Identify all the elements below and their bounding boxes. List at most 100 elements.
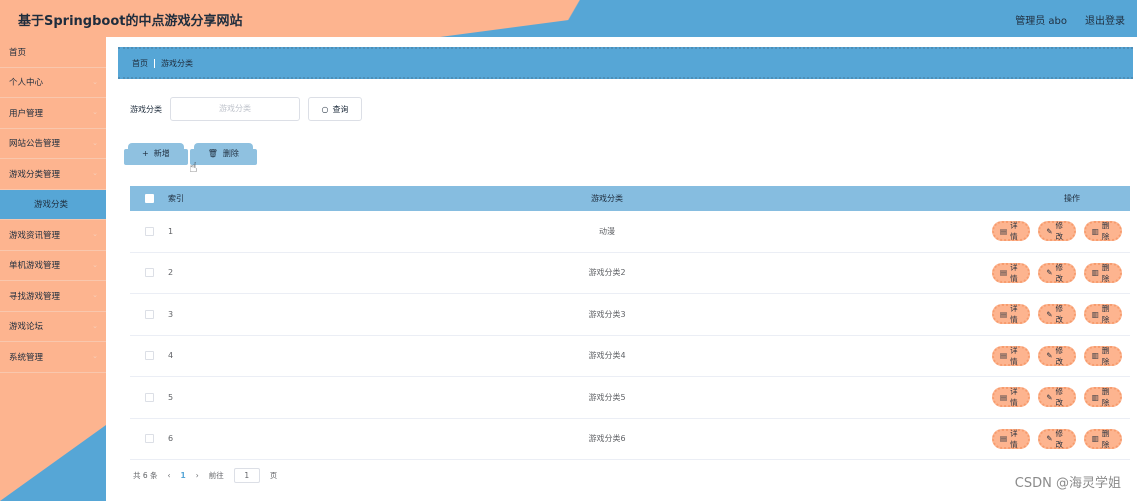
sidebar-item[interactable]: 游戏资讯管理 ⌄ — [0, 220, 106, 251]
delete-button[interactable]: ▥ 删除 — [1083, 262, 1122, 283]
edit-button[interactable]: ✎ 修改 — [1038, 262, 1076, 283]
row-checkbox[interactable] — [144, 351, 154, 361]
table-header: 索引 游戏分类 操作 — [130, 186, 1130, 211]
chevron-down-icon: ⌄ — [92, 260, 98, 269]
table-row: 1 动漫 ▤ 详情 ✎ 修改 ▥ 删除 — [130, 211, 1130, 253]
select-all-checkbox[interactable] — [144, 194, 154, 203]
sidebar-item[interactable]: 寻找游戏管理 ⌄ — [0, 281, 106, 312]
chevron-down-icon: ⌄ — [92, 108, 98, 116]
sidebar-item[interactable]: 个人中心 ⌄ — [0, 68, 106, 98]
sidebar-item[interactable]: 系统管理 ⌄ — [0, 342, 106, 373]
search-row: 游戏分类 游戏分类 ○ 查询 — [130, 97, 362, 121]
row-checkbox[interactable] — [144, 268, 154, 278]
edit-button[interactable]: ✎ 修改 — [1038, 428, 1076, 449]
sidebar-item[interactable]: 用户管理 ⌄ — [0, 98, 106, 129]
row-index: 1 — [168, 226, 174, 236]
sidebar-item-label: 用户管理 — [9, 108, 44, 119]
total-count: 共 6 条 — [133, 471, 158, 480]
chevron-down-icon: ⌄ — [92, 77, 98, 86]
sidebar-item[interactable]: 游戏分类管理 ⌄ — [0, 159, 106, 190]
delete-button[interactable]: ▥ 删除 — [1083, 221, 1122, 242]
trash-icon: 🗑 — [207, 148, 218, 158]
search-button[interactable]: ○ 查询 — [308, 97, 362, 121]
table-row: 5 游戏分类5 ▤ 详情 ✎ 修改 ▥ 删除 — [130, 377, 1130, 419]
sidebar-item[interactable]: 游戏分类 — [0, 189, 106, 220]
plus-icon: + — [142, 148, 149, 158]
row-index: 6 — [168, 434, 174, 444]
sidebar-item[interactable]: 单机游戏管理 ⌄ — [0, 251, 106, 281]
logout-link[interactable]: 退出登录 — [1085, 12, 1125, 27]
pencil-icon: ✎ — [1046, 434, 1053, 444]
sidebar-item-label: 游戏分类 — [34, 200, 69, 211]
search-label: 游戏分类 — [130, 104, 162, 114]
breadcrumb-current: 游戏分类 — [161, 58, 193, 68]
row-category: 游戏分类3 — [588, 309, 626, 319]
pencil-icon: ✎ — [1046, 309, 1053, 319]
edit-button[interactable]: ✎ 修改 — [1038, 387, 1076, 408]
document-icon: ▤ — [1000, 309, 1008, 319]
delete-button[interactable]: ▥ 删除 — [1083, 428, 1122, 449]
breadcrumb-home[interactable]: 首页 — [132, 58, 148, 69]
sidebar-item[interactable]: 首页 — [0, 37, 106, 68]
document-icon: ▤ — [1000, 392, 1008, 402]
edit-button[interactable]: ✎ 修改 — [1038, 221, 1076, 242]
trash-icon: ▥ — [1091, 268, 1099, 278]
detail-button[interactable]: ▤ 详情 — [992, 304, 1031, 325]
row-category: 游戏分类5 — [588, 392, 626, 402]
detail-button[interactable]: ▤ 详情 — [992, 387, 1031, 408]
sidebar-item-label: 系统管理 — [9, 352, 44, 363]
detail-button[interactable]: ▤ 详情 — [992, 345, 1031, 366]
hand-cursor-icon: ☝ — [189, 160, 198, 176]
row-index: 4 — [168, 351, 174, 361]
trash-icon: ▥ — [1091, 434, 1099, 444]
delete-button[interactable]: ▥ 删除 — [1083, 387, 1122, 408]
detail-button[interactable]: ▤ 详情 — [992, 221, 1031, 242]
user-area: 管理员 abo 退出登录 — [1015, 12, 1125, 27]
chevron-down-icon: ⌄ — [92, 352, 98, 360]
header-category: 游戏分类 — [591, 194, 623, 203]
row-index: 3 — [168, 309, 174, 319]
sidebar-item[interactable]: 游戏论坛 ⌄ — [0, 312, 106, 342]
search-icon: ○ — [321, 104, 329, 114]
goto-input[interactable]: 1 — [233, 468, 260, 483]
search-input[interactable]: 游戏分类 — [170, 97, 300, 121]
chevron-down-icon: ⌄ — [92, 230, 98, 238]
row-checkbox[interactable] — [144, 392, 154, 402]
delete-button[interactable]: ▥ 删除 — [1083, 345, 1122, 366]
add-button[interactable]: + 新增 — [128, 143, 184, 163]
chevron-down-icon: ⌄ — [92, 321, 98, 330]
sidebar-item-label: 游戏分类管理 — [9, 169, 61, 180]
row-checkbox[interactable] — [144, 226, 154, 236]
edit-button[interactable]: ✎ 修改 — [1038, 304, 1076, 325]
row-checkbox[interactable] — [144, 309, 154, 319]
table-row: 2 游戏分类2 ▤ 详情 ✎ 修改 ▥ 删除 — [130, 253, 1130, 294]
prev-page-icon[interactable]: ‹ — [168, 471, 171, 480]
user-label[interactable]: 管理员 abo — [1015, 12, 1067, 27]
delete-button[interactable]: ▥ 删除 — [1083, 304, 1122, 325]
top-bar: 基于Springboot的中点游戏分享网站 管理员 abo 退出登录 — [0, 0, 1137, 37]
sidebar-item-label: 单机游戏管理 — [9, 261, 61, 272]
trash-icon: ▥ — [1091, 351, 1099, 361]
next-page-icon[interactable]: › — [196, 471, 199, 480]
edit-button[interactable]: ✎ 修改 — [1038, 345, 1076, 366]
sidebar-item-label: 网站公告管理 — [9, 139, 61, 150]
row-actions: ▤ 详情 ✎ 修改 ▥ 删除 — [992, 428, 1130, 449]
bulk-delete-button[interactable]: 🗑 删除 — [193, 143, 253, 163]
pagination: 共 6 条 ‹ 1 › 前往 1 页 — [133, 468, 277, 483]
trash-icon: ▥ — [1091, 392, 1099, 402]
row-category: 游戏分类2 — [588, 268, 626, 278]
detail-button[interactable]: ▤ 详情 — [992, 428, 1031, 449]
sidebar-item[interactable]: 网站公告管理 ⌄ — [0, 129, 106, 159]
row-category: 游戏分类4 — [588, 351, 626, 361]
pencil-icon: ✎ — [1046, 268, 1053, 278]
watermark: CSDN @海灵学姐 — [1014, 476, 1121, 491]
category-table: 索引 游戏分类 操作 1 动漫 ▤ 详情 ✎ 修改 ▥ 删除 2 游戏分类2 ▤ 详情 ✎ 修改 ▥ 删除 3 游… — [130, 186, 1130, 460]
page-number[interactable]: 1 — [181, 471, 186, 480]
table-row: 4 游戏分类4 ▤ 详情 ✎ 修改 ▥ 删除 — [130, 336, 1130, 377]
header-ops: 操作 — [1064, 194, 1080, 203]
row-actions: ▤ 详情 ✎ 修改 ▥ 删除 — [992, 387, 1130, 408]
detail-button[interactable]: ▤ 详情 — [992, 262, 1031, 283]
row-checkbox[interactable] — [144, 434, 154, 444]
document-icon: ▤ — [1000, 434, 1008, 444]
table-row: 6 游戏分类6 ▤ 详情 ✎ 修改 ▥ 删除 — [130, 419, 1130, 460]
